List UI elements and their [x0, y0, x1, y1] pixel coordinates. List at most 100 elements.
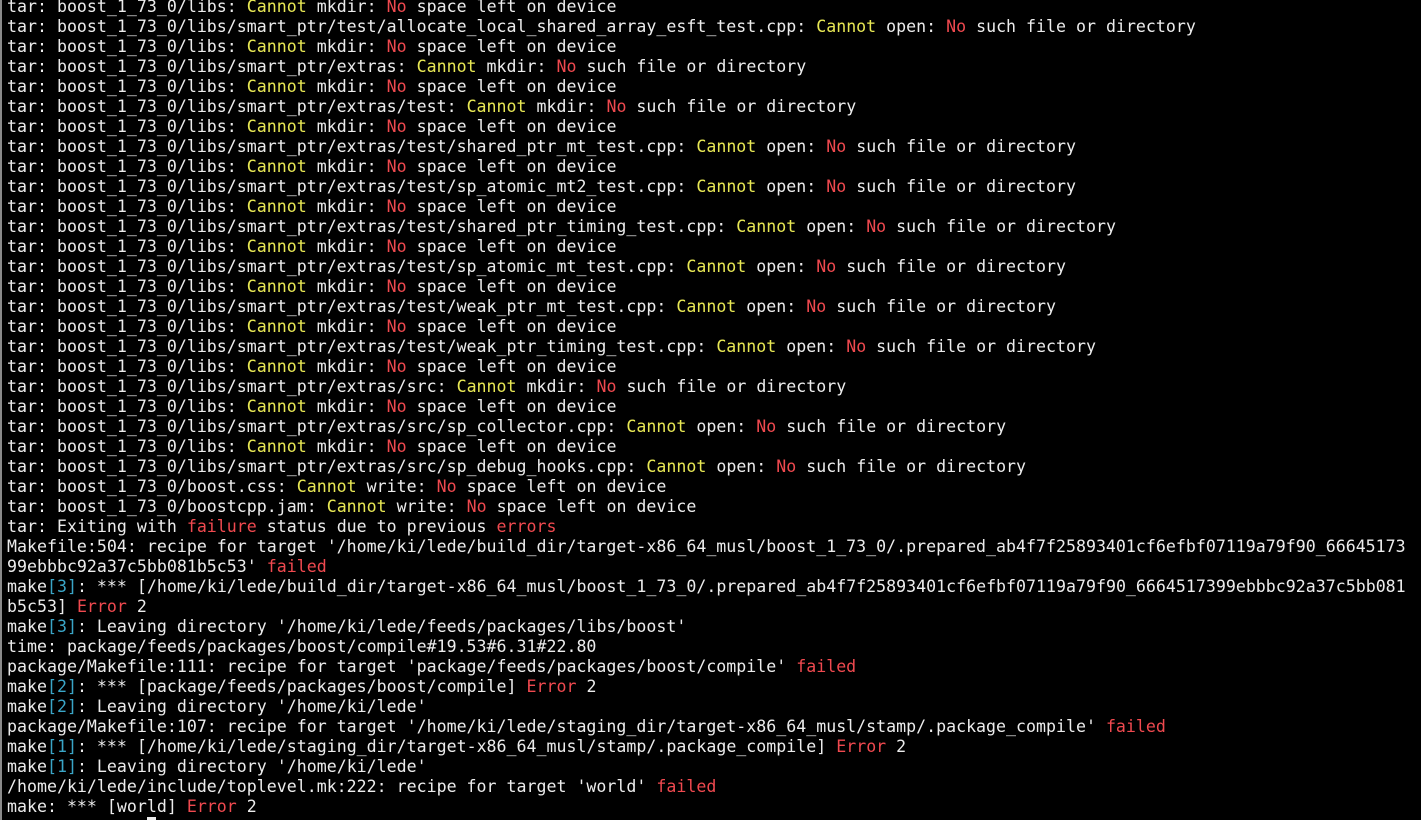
terminal-text-segment: No [386, 277, 407, 296]
terminal-text-segment: such file or directory [866, 337, 1096, 356]
terminal-text-segment: Error [526, 677, 577, 696]
terminal-line: tar: boost_1_73_0/libs/smart_ptr/extras/… [7, 97, 1406, 117]
terminal-text-segment: tar: boost_1_73_0/libs/smart_ptr/extras/… [7, 377, 457, 396]
terminal-text-segment: make [7, 757, 47, 776]
terminal-text-segment: tar: boost_1_73_0/libs/smart_ptr/extras/… [7, 97, 467, 116]
terminal-text-segment: make [7, 677, 47, 696]
terminal-text-segment: failed [1105, 717, 1166, 736]
terminal-text-segment: Cannot [246, 317, 307, 336]
terminal-text-segment: Error [186, 797, 237, 816]
terminal-text-segment: 2 [236, 797, 257, 816]
terminal-text-segment: b5c53] [7, 597, 77, 616]
terminal-text-segment: Cannot [246, 157, 307, 176]
terminal-text-segment: Cannot [696, 177, 757, 196]
terminal-text-segment: mkdir: [306, 117, 387, 136]
terminal-text-segment: Cannot [736, 217, 797, 236]
terminal-text-segment: 2 [576, 677, 597, 696]
terminal-line: make[1]: Leaving directory '/home/ki/led… [7, 757, 1406, 777]
terminal-text-segment: No [386, 117, 407, 136]
terminal-text-segment: tar: boost_1_73_0/libs: [7, 197, 247, 216]
terminal-text-segment: No [386, 317, 407, 336]
terminal-text-segment: Cannot [466, 97, 527, 116]
terminal-text-segment: tar: boost_1_73_0/libs: [7, 357, 247, 376]
terminal-text-segment: such file or directory [836, 257, 1066, 276]
terminal-text-segment: No [866, 217, 887, 236]
terminal-text-segment: 2 [886, 737, 907, 756]
terminal-text-segment: Cannot [246, 397, 307, 416]
terminal-text-segment: make: *** [world] [7, 797, 187, 816]
terminal-text-segment: No [756, 417, 777, 436]
terminal-text-segment: failed [656, 777, 717, 796]
terminal-text-segment: Cannot [246, 77, 307, 96]
terminal-text-segment: tar: boost_1_73_0/libs: [7, 317, 247, 336]
terminal-text-segment: tar: boost_1_73_0/libs/smart_ptr/extras: [7, 57, 417, 76]
terminal-text-segment: No [606, 97, 627, 116]
terminal-text-segment: space left on device [406, 77, 617, 96]
terminal-text-segment: space left on device [406, 437, 617, 456]
terminal-text-segment: mkdir: [306, 0, 387, 16]
terminal-text-segment: open: [876, 17, 947, 36]
terminal-text-segment: No [386, 197, 407, 216]
terminal-line: 99ebbbc92a37c5bb081b5c53' failed [7, 557, 1406, 577]
terminal-text-segment: No [386, 237, 407, 256]
terminal-text-segment: [1] [46, 757, 77, 776]
terminal-text-segment: open: [796, 217, 867, 236]
terminal-text-segment: make [7, 737, 47, 756]
terminal-line: make[2]: *** [package/feeds/packages/boo… [7, 677, 1406, 697]
terminal-text-segment: make [7, 617, 47, 636]
terminal-text-segment: mkdir: [306, 437, 387, 456]
terminal-text-segment: Cannot [246, 437, 307, 456]
terminal-text-segment: Cannot [326, 497, 387, 516]
terminal-text-segment: tar: boost_1_73_0/libs: [7, 397, 247, 416]
terminal-window[interactable]: tar: boost_1_73_0/libs: Cannot mkdir: No… [0, 0, 1421, 820]
terminal-text-segment: Cannot [716, 337, 777, 356]
terminal-line: tar: boost_1_73_0/libs: Cannot mkdir: No… [7, 157, 1406, 177]
terminal-text-segment: such file or directory [886, 217, 1116, 236]
terminal-text-segment: [1] [46, 737, 77, 756]
terminal-text-segment: mkdir: [306, 197, 387, 216]
terminal-text-segment: Error [76, 597, 127, 616]
terminal-text-segment: space left on device [406, 117, 617, 136]
terminal-line: /home/ki/lede/include/toplevel.mk:222: r… [7, 777, 1406, 797]
terminal-text-segment: tar: boost_1_73_0/libs: [7, 0, 247, 16]
terminal-line: tar: boost_1_73_0/libs: Cannot mkdir: No… [7, 77, 1406, 97]
terminal-text-segment: mkdir: [306, 317, 387, 336]
terminal-text-segment: tar: Exiting with [7, 517, 187, 536]
terminal-line: tar: boost_1_73_0/libs: Cannot mkdir: No… [7, 37, 1406, 57]
terminal-text-segment: [3] [46, 577, 77, 596]
terminal-text-segment: No [806, 297, 827, 316]
terminal-text-segment: package/Makefile:107: recipe for target … [7, 717, 1106, 736]
terminal-text-segment: such file or directory [576, 57, 807, 76]
terminal-text-segment: space left on device [406, 37, 617, 56]
terminal-text-segment: mkdir: [516, 377, 597, 396]
terminal-text-segment: tar: boost_1_73_0/libs: [7, 277, 247, 296]
terminal-line: tar: boost_1_73_0/libs: Cannot mkdir: No… [7, 277, 1406, 297]
terminal-text-segment: mkdir: [476, 57, 557, 76]
terminal-text-segment: No [826, 177, 847, 196]
terminal-text-segment: Cannot [696, 137, 757, 156]
terminal-text-segment: errors [496, 517, 557, 536]
terminal-text-segment: No [386, 0, 407, 16]
terminal-text-segment: Cannot [456, 377, 517, 396]
terminal-text-segment: open: [746, 257, 817, 276]
terminal-text-segment: Cannot [246, 37, 307, 56]
terminal-text-segment: Cannot [626, 417, 687, 436]
terminal-text-segment: open: [756, 177, 827, 196]
terminal-text-segment: space left on device [406, 237, 617, 256]
terminal-text-segment: [2] [46, 697, 77, 716]
terminal-line: make[3]: Leaving directory '/home/ki/led… [7, 617, 1406, 637]
terminal-text-segment: No [556, 57, 577, 76]
terminal-text-segment: mkdir: [306, 357, 387, 376]
terminal-text-segment: No [826, 137, 847, 156]
terminal-output: tar: boost_1_73_0/libs: Cannot mkdir: No… [7, 0, 1406, 820]
terminal-text-segment: tar: boost_1_73_0/libs/smart_ptr/extras/… [7, 337, 717, 356]
terminal-text-segment: space left on device [406, 277, 617, 296]
terminal-text-segment: No [776, 457, 797, 476]
terminal-line: tar: boost_1_73_0/boostcpp.jam: Cannot w… [7, 497, 1406, 517]
terminal-line: tar: boost_1_73_0/libs: Cannot mkdir: No… [7, 317, 1406, 337]
terminal-text-segment: tar: boost_1_73_0/boostcpp.jam: [7, 497, 327, 516]
terminal-line: tar: boost_1_73_0/libs: Cannot mkdir: No… [7, 397, 1406, 417]
terminal-line: tar: boost_1_73_0/libs/smart_ptr/extras/… [7, 177, 1406, 197]
terminal-line: tar: boost_1_73_0/boost.css: Cannot writ… [7, 477, 1406, 497]
terminal-line: tar: boost_1_73_0/libs/smart_ptr/extras/… [7, 417, 1406, 437]
